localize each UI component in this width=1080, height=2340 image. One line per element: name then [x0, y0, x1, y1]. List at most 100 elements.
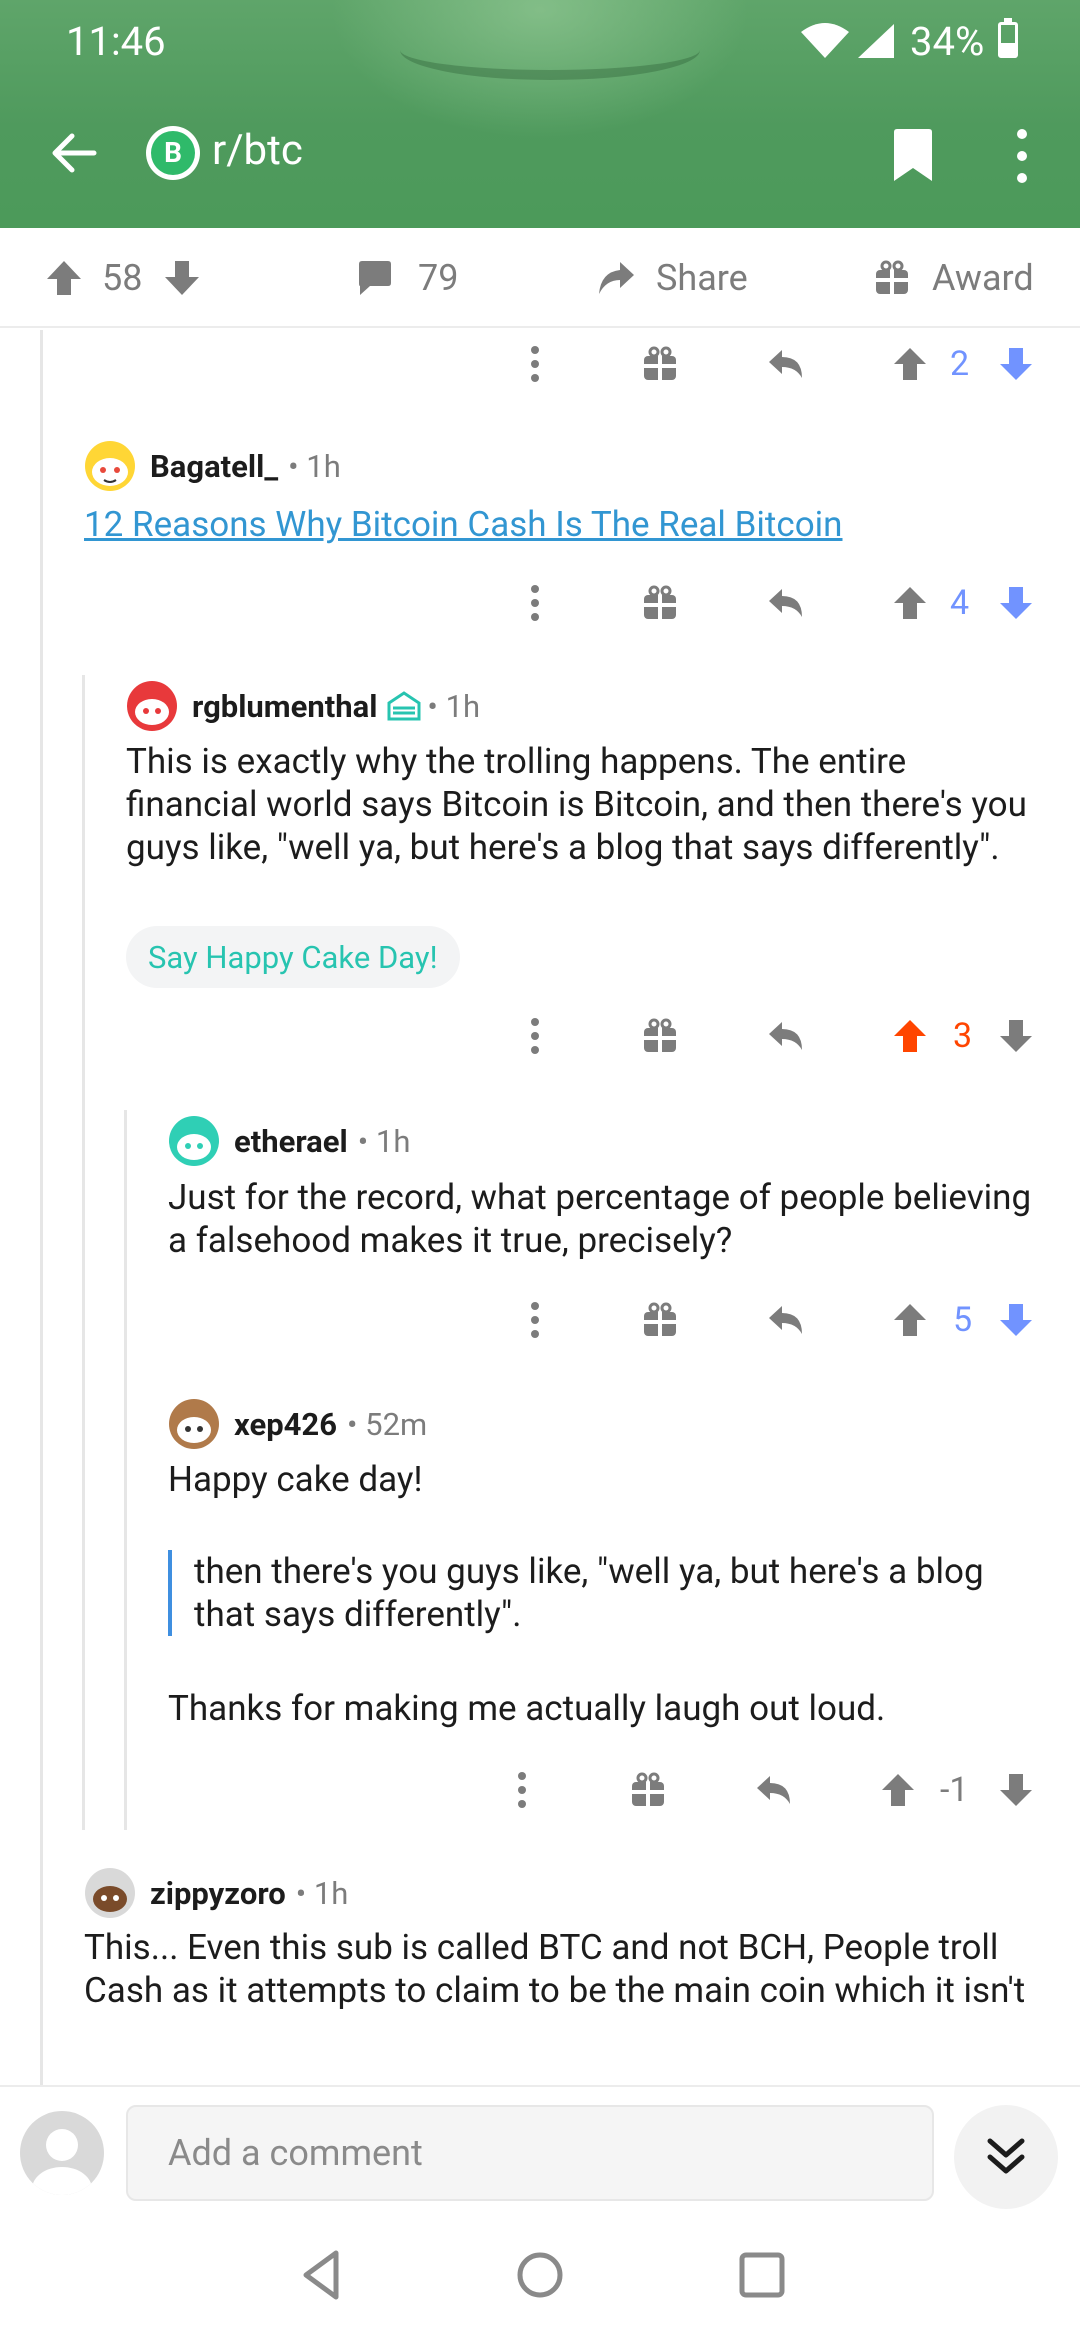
comment-age: • 1h	[427, 687, 481, 725]
comments-button[interactable]: 79	[356, 228, 458, 328]
overflow-menu-icon[interactable]	[1014, 128, 1030, 184]
share-button[interactable]: Share	[596, 228, 748, 328]
comment-score: 5	[953, 1300, 973, 1340]
nav-back-icon[interactable]	[292, 2245, 352, 2305]
comment-count: 79	[418, 257, 459, 299]
gift-icon[interactable]	[642, 1290, 678, 1350]
status-time: 11:46	[66, 18, 166, 65]
gift-icon	[876, 260, 908, 294]
gift-icon[interactable]	[642, 334, 678, 394]
upvote-icon[interactable]	[44, 258, 84, 298]
upvote-icon[interactable]	[892, 1290, 928, 1350]
nav-home-icon[interactable]	[510, 2245, 570, 2305]
subreddit-header: 11:46 34% B r/btc	[0, 0, 1080, 228]
battery-icon	[998, 18, 1018, 58]
bookmark-icon[interactable]	[892, 128, 934, 182]
post-score: 58	[102, 257, 143, 299]
cake-day-icon	[387, 691, 421, 721]
comment-header: rgblumenthal • 1h	[126, 681, 480, 731]
gift-icon[interactable]	[630, 1760, 666, 1820]
comment-score: 3	[953, 1016, 973, 1056]
gift-icon[interactable]	[642, 1006, 678, 1066]
comment-thread: 2 Bagatell_ • 1h 12 Reasons Why Bitcoin …	[0, 330, 1080, 2085]
avatar[interactable]	[168, 1115, 220, 1167]
comment-action-row: 3	[0, 1006, 1080, 1066]
username[interactable]: Bagatell_	[150, 448, 278, 485]
wifi-icon	[801, 23, 849, 58]
comment-body: Thanks for making me actually laugh out …	[168, 1688, 886, 1729]
username[interactable]: rgblumenthal	[192, 688, 377, 725]
downvote-icon[interactable]	[998, 573, 1034, 633]
more-options-icon[interactable]	[525, 1290, 545, 1350]
reply-icon[interactable]	[766, 573, 806, 633]
downvote-icon[interactable]	[998, 1290, 1034, 1350]
avatar[interactable]	[168, 1398, 220, 1450]
comment-body: This... Even this sub is called BTC and …	[84, 1927, 1026, 2011]
share-icon	[599, 262, 634, 294]
comment-age: • 1h	[357, 1122, 411, 1160]
award-button[interactable]: Award	[874, 228, 1034, 328]
subreddit-icon[interactable]: B	[146, 126, 200, 180]
battery-percent: 34%	[910, 18, 985, 65]
comment-composer: Add a comment	[0, 2085, 1080, 2215]
username[interactable]: xep426	[234, 1406, 337, 1443]
comment-link[interactable]: 12 Reasons Why Bitcoin Cash Is The Real …	[84, 504, 843, 545]
subreddit-name[interactable]: r/btc	[212, 126, 303, 175]
upvote-icon[interactable]	[892, 334, 928, 394]
gift-icon[interactable]	[642, 573, 678, 633]
comment-score: 4	[950, 583, 970, 623]
comment-action-row: 2	[0, 334, 1080, 394]
bitcoin-icon: B	[151, 131, 195, 175]
back-arrow-icon[interactable]	[48, 128, 98, 178]
comment-body: This is exactly why the trolling happens…	[126, 741, 1027, 868]
comment-header: xep426 • 52m	[168, 1399, 427, 1449]
reply-icon[interactable]	[766, 1006, 806, 1066]
comment-action-row: 4	[0, 573, 1080, 633]
avatar[interactable]	[84, 440, 136, 492]
comment-score: 2	[950, 344, 970, 384]
comment-body: Just for the record, what percentage of …	[168, 1177, 1032, 1261]
comment-score: -1	[940, 1770, 969, 1810]
more-options-icon[interactable]	[525, 573, 545, 633]
comment-action-row: 5	[0, 1290, 1080, 1350]
more-options-icon[interactable]	[525, 1006, 545, 1066]
thread-line	[124, 1110, 127, 1830]
collapse-comments-button[interactable]	[954, 2105, 1058, 2209]
user-avatar[interactable]	[20, 2111, 104, 2195]
downvote-icon[interactable]	[998, 1760, 1034, 1820]
award-label: Award	[932, 257, 1034, 299]
comment-header: etherael • 1h	[168, 1116, 410, 1166]
comment-header: zippyzoro • 1h	[84, 1868, 348, 1918]
reply-icon[interactable]	[754, 1760, 794, 1820]
thread-line	[82, 675, 85, 1830]
comment-header: Bagatell_ • 1h	[84, 440, 341, 492]
nav-recents-icon[interactable]	[732, 2245, 792, 2305]
comment-age: • 52m	[347, 1405, 428, 1443]
status-bar: 11:46 34%	[0, 0, 1080, 80]
share-label: Share	[656, 257, 748, 299]
downvote-icon[interactable]	[998, 334, 1034, 394]
add-comment-input[interactable]: Add a comment	[126, 2105, 934, 2201]
double-chevron-down-icon	[987, 2138, 1025, 2174]
avatar[interactable]	[84, 1867, 136, 1919]
happy-cake-day-chip[interactable]: Say Happy Cake Day!	[126, 926, 460, 988]
comment-age: • 1h	[288, 447, 341, 485]
more-options-icon[interactable]	[525, 334, 545, 394]
comment-age: • 1h	[295, 1874, 349, 1912]
downvote-icon[interactable]	[998, 1006, 1034, 1066]
comment-action-row: -1	[0, 1760, 1080, 1820]
signal-icon	[858, 24, 894, 58]
post-vote-group: 58	[44, 228, 202, 328]
upvote-icon[interactable]	[880, 1760, 916, 1820]
comment-icon	[359, 261, 391, 295]
upvote-icon[interactable]	[892, 573, 928, 633]
downvote-icon[interactable]	[162, 258, 202, 298]
more-options-icon[interactable]	[512, 1760, 532, 1820]
username[interactable]: etherael	[234, 1123, 348, 1160]
avatar[interactable]	[126, 680, 178, 732]
upvote-icon[interactable]	[892, 1006, 928, 1066]
comment-blockquote: then there's you guys like, "well ya, bu…	[168, 1550, 1048, 1636]
username[interactable]: zippyzoro	[150, 1875, 286, 1912]
reply-icon[interactable]	[766, 1290, 806, 1350]
reply-icon[interactable]	[766, 334, 806, 394]
